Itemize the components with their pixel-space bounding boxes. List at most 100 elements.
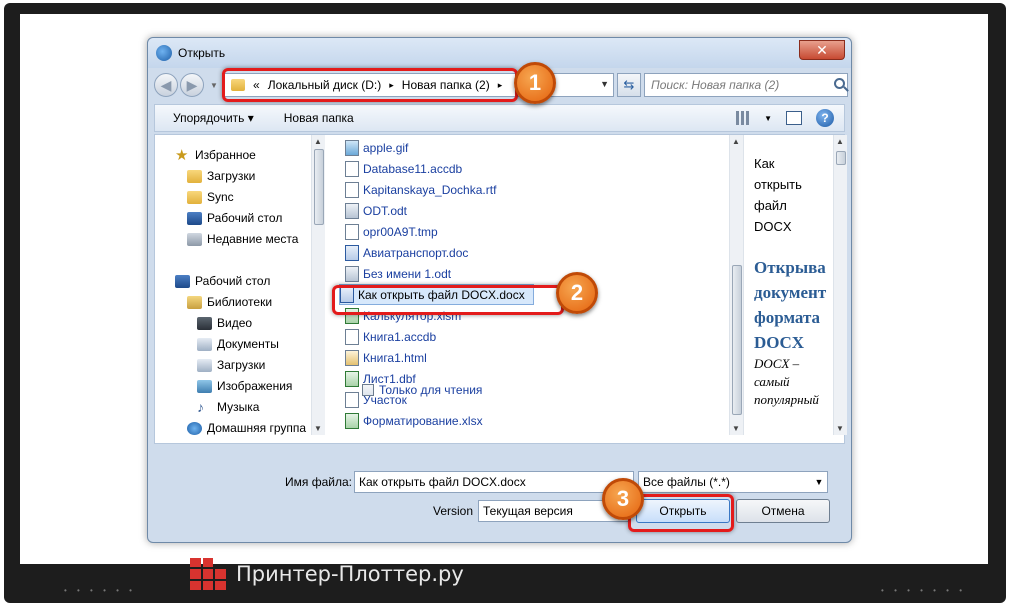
file-item[interactable]: Без имени 1.odt [345,263,451,284]
preview-title-line: файл [754,198,787,213]
images-icon [197,379,212,393]
video-icon [197,316,212,330]
preview-title-line: открыть [754,177,802,192]
file-item[interactable]: Книга1.accdb [345,326,436,347]
scrollbar-thumb[interactable] [836,151,846,165]
file-item[interactable]: Авиатранспорт.doc [345,242,468,263]
history-dropdown-icon[interactable]: ▼ [210,81,218,90]
sidebar-item-homegroup[interactable]: Домашняя группа [187,418,306,435]
file-doc-icon [345,328,359,345]
sidebar-item-favorites[interactable]: ★ Избранное [175,145,256,165]
file-name: ODT.odt [363,203,408,218]
preview-heading-line: формата [754,308,821,327]
sidebar-item-music[interactable]: ♪ Музыка [197,397,259,417]
file-doc-icon [345,223,359,240]
view-options-icon[interactable] [736,111,751,125]
documents-icon [197,337,212,351]
chevron-down-icon[interactable]: ▼ [811,472,827,492]
preview-pane: Как открыть файл DOCX Открыва документ ф… [743,135,835,435]
scroll-down-icon[interactable]: ▼ [732,424,740,433]
filename-input[interactable]: Как открыть файл DOCX.docx [354,471,634,493]
organize-button[interactable]: Упорядочить ▾ [173,111,254,125]
brand-logo-icon [190,558,226,590]
downloads-icon [197,358,212,372]
file-type-select[interactable]: Все файлы (*.*) ▼ [638,471,828,493]
scroll-up-icon[interactable]: ▲ [314,137,322,146]
filename-label: Имя файла: [285,475,352,489]
file-highlight [332,285,564,315]
file-list-scrollbar[interactable]: ▲ ▼ [729,135,743,435]
file-item[interactable]: opr00A9T.tmp [345,221,438,242]
file-word-icon [345,244,359,261]
close-button[interactable]: ✕ [799,40,845,60]
bezel-dots-left: • • • • • • [64,586,136,595]
preview-heading-line: DOCX [754,333,805,352]
file-odt-icon [345,202,359,219]
bezel-dots-right: • • • • • • • [881,586,966,595]
new-folder-button[interactable]: Новая папка [284,111,354,125]
file-item[interactable]: ODT.odt [345,200,407,221]
file-item[interactable]: Форматирование.xlsx [345,410,483,431]
address-highlight [222,68,518,102]
step-marker-3: 3 [602,478,644,520]
folder-icon [187,190,202,204]
preview-pane-icon[interactable] [786,111,802,125]
sidebar-item-desktop[interactable]: Рабочий стол [187,208,282,228]
scrollbar-thumb[interactable] [732,265,742,415]
scroll-down-icon[interactable]: ▼ [314,424,322,433]
dialog-titlebar[interactable]: Открыть [148,38,851,68]
navigation-scrollbar[interactable]: ▲ ▼ [311,135,325,435]
address-dropdown-icon[interactable]: ▼ [600,79,609,89]
sidebar-item-desktop-root[interactable]: Рабочий стол [175,271,270,291]
preview-title-line: DOCX [754,219,792,234]
preview-scrollbar[interactable]: ▲ ▼ [833,135,847,435]
brand-text: Принтер-Плоттер.ру [236,562,464,586]
view-dropdown-icon[interactable]: ▼ [764,114,772,123]
readonly-label: Только для чтения [379,383,483,397]
sidebar-item-downloads[interactable]: Загрузки [187,166,255,186]
file-doc-icon [345,160,359,177]
help-icon[interactable]: ? [816,109,834,127]
file-name: apple.gif [363,140,409,155]
preview-body-line: DOCX – [754,356,800,371]
file-item[interactable]: apple.gif [345,137,408,158]
sidebar-item-images[interactable]: Изображения [197,376,292,396]
version-label: Version [433,504,474,518]
sidebar-item-recent-places[interactable]: Недавние места [187,229,298,249]
file-item[interactable]: Database11.accdb [345,158,462,179]
app-icon [156,45,172,61]
file-odt-icon [345,265,359,282]
sidebar-item-documents[interactable]: Документы [197,334,279,354]
star-icon: ★ [175,146,189,164]
preview-title-line: Как [754,156,775,171]
scrollbar-thumb[interactable] [314,149,324,225]
refresh-button[interactable]: ⇆ [617,73,641,97]
sidebar-item-video[interactable]: Видео [197,313,252,333]
scroll-up-icon[interactable]: ▲ [732,137,740,146]
file-gif-icon [345,139,359,156]
scroll-down-icon[interactable]: ▼ [836,424,844,433]
file-doc-icon [345,391,359,408]
sidebar-item-sync[interactable]: Sync [187,187,234,207]
cancel-button[interactable]: Отмена [736,499,830,523]
file-name: Книга1.html [363,350,427,365]
forward-button[interactable]: ▶ [180,73,204,97]
scroll-up-icon[interactable]: ▲ [836,137,844,146]
step-marker-2: 2 [556,272,598,314]
file-name: Книга1.accdb [363,329,437,344]
sidebar-item-libraries[interactable]: Библиотеки [187,292,272,312]
file-item[interactable]: Kapitanskaya_Dochka.rtf [345,179,496,200]
sidebar-item-lib-downloads[interactable]: Загрузки [197,355,265,375]
search-icon[interactable] [834,78,845,89]
readonly-option[interactable]: Только для чтения [362,383,482,397]
search-input[interactable]: Поиск: Новая папка (2) [644,73,848,97]
file-excel-icon [345,412,359,429]
file-item[interactable]: Книга1.html [345,347,427,368]
file-name: Форматирование.xlsx [363,413,483,428]
folder-icon [187,169,202,183]
preview-heading-line: Открыва [754,258,826,277]
readonly-checkbox[interactable] [362,384,374,396]
step-marker-1: 1 [514,62,556,104]
recent-places-icon [187,232,202,246]
back-button[interactable]: ◀ [154,73,178,97]
